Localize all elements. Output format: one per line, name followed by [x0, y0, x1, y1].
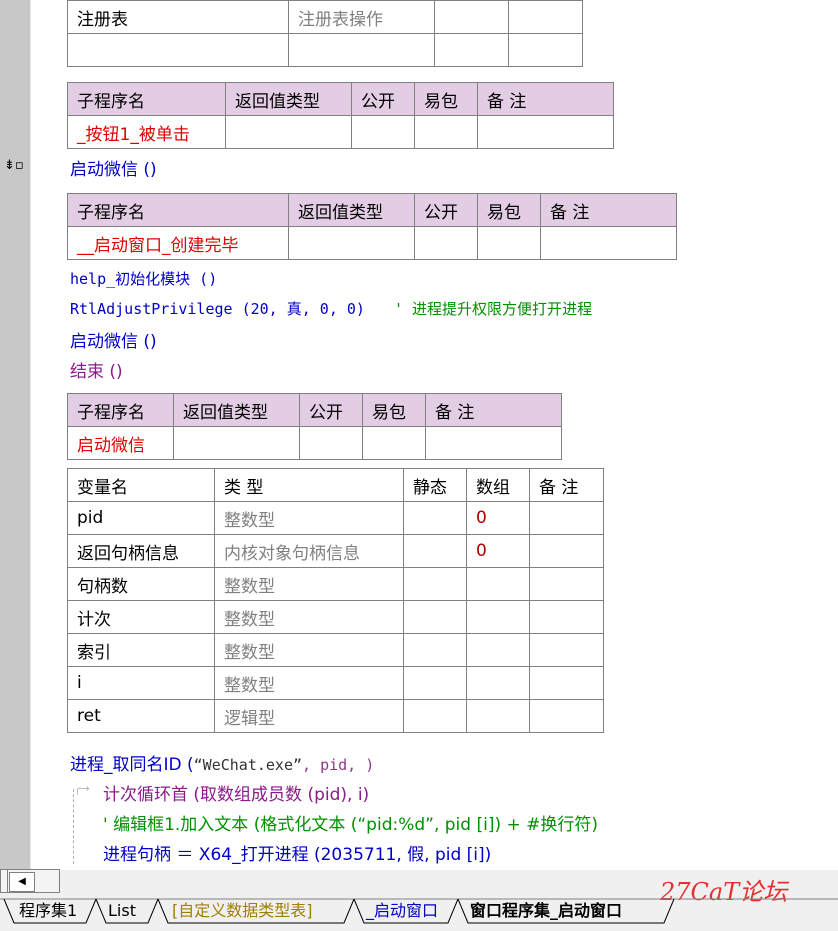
tab-list[interactable]: List	[108, 897, 136, 925]
var-type-cell[interactable]: 整数型	[214, 633, 404, 667]
header-return-type: 返回值类型	[225, 82, 352, 116]
tab-bar: 程序集1 List [自定义数据类型表] _启动窗口 窗口程序集_启动窗口	[0, 897, 838, 927]
code-line[interactable]: 计次循环首 (取数组成员数 (pid), i)	[103, 780, 369, 805]
header-static: 静态	[403, 468, 467, 502]
var-type-cell[interactable]: 逻辑型	[214, 699, 404, 733]
code-call: 进程_取同名ID (	[70, 755, 194, 775]
table-row: 计次 整数型	[67, 600, 604, 634]
header-return-type: 返回值类型	[288, 193, 415, 227]
var-name-cell[interactable]: 返回句柄信息	[67, 534, 215, 568]
header-var-type: 类 型	[214, 468, 404, 502]
header-sub-name: 子程序名	[67, 193, 289, 227]
tab-startup-window[interactable]: _启动窗口	[366, 897, 438, 925]
var-name-cell[interactable]: 句柄数	[67, 567, 215, 601]
variable-table: 变量名 类 型 静态 数组 备 注 pid 整数型 0 返回句柄信息 内核对象句…	[67, 468, 604, 733]
table-row: 索引 整数型	[67, 633, 604, 667]
var-name-cell[interactable]: i	[67, 666, 215, 700]
loop-guide	[73, 789, 75, 864]
header-array: 数组	[466, 468, 530, 502]
editor-gutter	[0, 0, 30, 870]
header-epackage: 易包	[414, 82, 478, 116]
table-row: 返回句柄信息 内核对象句柄信息 0	[67, 534, 604, 568]
header-sub-name: 子程序名	[67, 82, 226, 116]
var-array-cell[interactable]	[466, 600, 530, 634]
header-public: 公开	[299, 393, 363, 427]
code-line[interactable]: RtlAdjustPrivilege (20, 真, 0, 0) ' 进程提升权…	[70, 298, 592, 319]
header-remark: 备 注	[425, 393, 562, 427]
code-line[interactable]: help_初始化模块 ()	[70, 268, 217, 289]
var-array-cell[interactable]: 0	[466, 534, 530, 568]
subroutine-table-3: 子程序名 返回值类型 公开 易包 备 注 启动微信	[67, 393, 562, 460]
code-line[interactable]: 结束 ()	[70, 357, 123, 382]
breakpoint-arrow-icon[interactable]: ⇟▫	[4, 158, 24, 173]
table-row: 句柄数 整数型	[67, 567, 604, 601]
var-name-cell[interactable]: 索引	[67, 633, 215, 667]
header-epackage: 易包	[362, 393, 426, 427]
horizontal-scrollbar[interactable]: ◀	[0, 869, 60, 893]
var-type-cell[interactable]: 整数型	[214, 600, 404, 634]
header-remark: 备 注	[477, 82, 614, 116]
registry-op-cell[interactable]: 注册表操作	[288, 0, 435, 34]
tab-custom-types[interactable]: [自定义数据类型表]	[172, 897, 313, 925]
table-row: i 整数型	[67, 666, 604, 700]
header-remark: 备 注	[540, 193, 677, 227]
var-type-cell[interactable]: 整数型	[214, 567, 404, 601]
var-array-cell[interactable]	[466, 699, 530, 733]
sub-name-cell[interactable]: _按钮1_被单击	[67, 115, 226, 149]
code-line[interactable]: ' 编辑框1.加入文本 (格式化文本 (“pid:%d”, pid [i]) +…	[103, 810, 598, 835]
code-comment: ' 进程提升权限方便打开进程	[394, 300, 593, 318]
var-name-cell[interactable]: pid	[67, 501, 215, 535]
string-literal: “WeChat.exe”	[193, 756, 303, 774]
gutter-divider	[30, 0, 31, 870]
subroutine-table-1: 子程序名 返回值类型 公开 易包 备 注 _按钮1_被单击	[67, 82, 614, 149]
var-array-cell[interactable]	[466, 633, 530, 667]
var-name-cell[interactable]: ret	[67, 699, 215, 733]
tab-window-program-set[interactable]: 窗口程序集_启动窗口	[470, 897, 622, 925]
loop-arrow-icon: ╭→	[74, 782, 90, 795]
sub-name-cell[interactable]: 启动微信	[67, 426, 174, 460]
header-return-type: 返回值类型	[173, 393, 300, 427]
registry-table: 注册表 注册表操作	[67, 0, 583, 67]
code-line[interactable]: 进程_取同名ID (“WeChat.exe”, pid, )	[70, 750, 374, 775]
registry-name-cell[interactable]: 注册表	[67, 0, 289, 34]
arrow-left-icon[interactable]: ◀	[9, 872, 35, 892]
table-row: pid 整数型 0	[67, 501, 604, 535]
var-array-cell[interactable]: 0	[466, 501, 530, 535]
code-args: , pid, )	[302, 756, 375, 774]
var-type-cell[interactable]: 整数型	[214, 666, 404, 700]
var-type-cell[interactable]: 整数型	[214, 501, 404, 535]
sub-name-cell[interactable]: __启动窗口_创建完毕	[67, 226, 289, 260]
var-array-cell[interactable]	[466, 666, 530, 700]
subroutine-table-2: 子程序名 返回值类型 公开 易包 备 注 __启动窗口_创建完毕	[67, 193, 677, 260]
var-name-cell[interactable]: 计次	[67, 600, 215, 634]
header-sub-name: 子程序名	[67, 393, 174, 427]
var-array-cell[interactable]	[466, 567, 530, 601]
code-line[interactable]: 启动微信 ()	[70, 327, 157, 352]
header-var-name: 变量名	[67, 468, 215, 502]
header-epackage: 易包	[477, 193, 541, 227]
table-row: ret 逻辑型	[67, 699, 604, 733]
header-public: 公开	[414, 193, 478, 227]
tab-program-set-1[interactable]: 程序集1	[19, 897, 77, 925]
code-line[interactable]: 启动微信 ()	[70, 155, 157, 180]
var-type-cell[interactable]: 内核对象句柄信息	[214, 534, 404, 568]
code-call: RtlAdjustPrivilege (20, 真, 0, 0)	[70, 300, 365, 318]
header-public: 公开	[351, 82, 415, 116]
code-line[interactable]: 进程句柄 ＝ X64_打开进程 (2035711, 假, pid [i])	[103, 840, 491, 865]
header-remark: 备 注	[529, 468, 604, 502]
